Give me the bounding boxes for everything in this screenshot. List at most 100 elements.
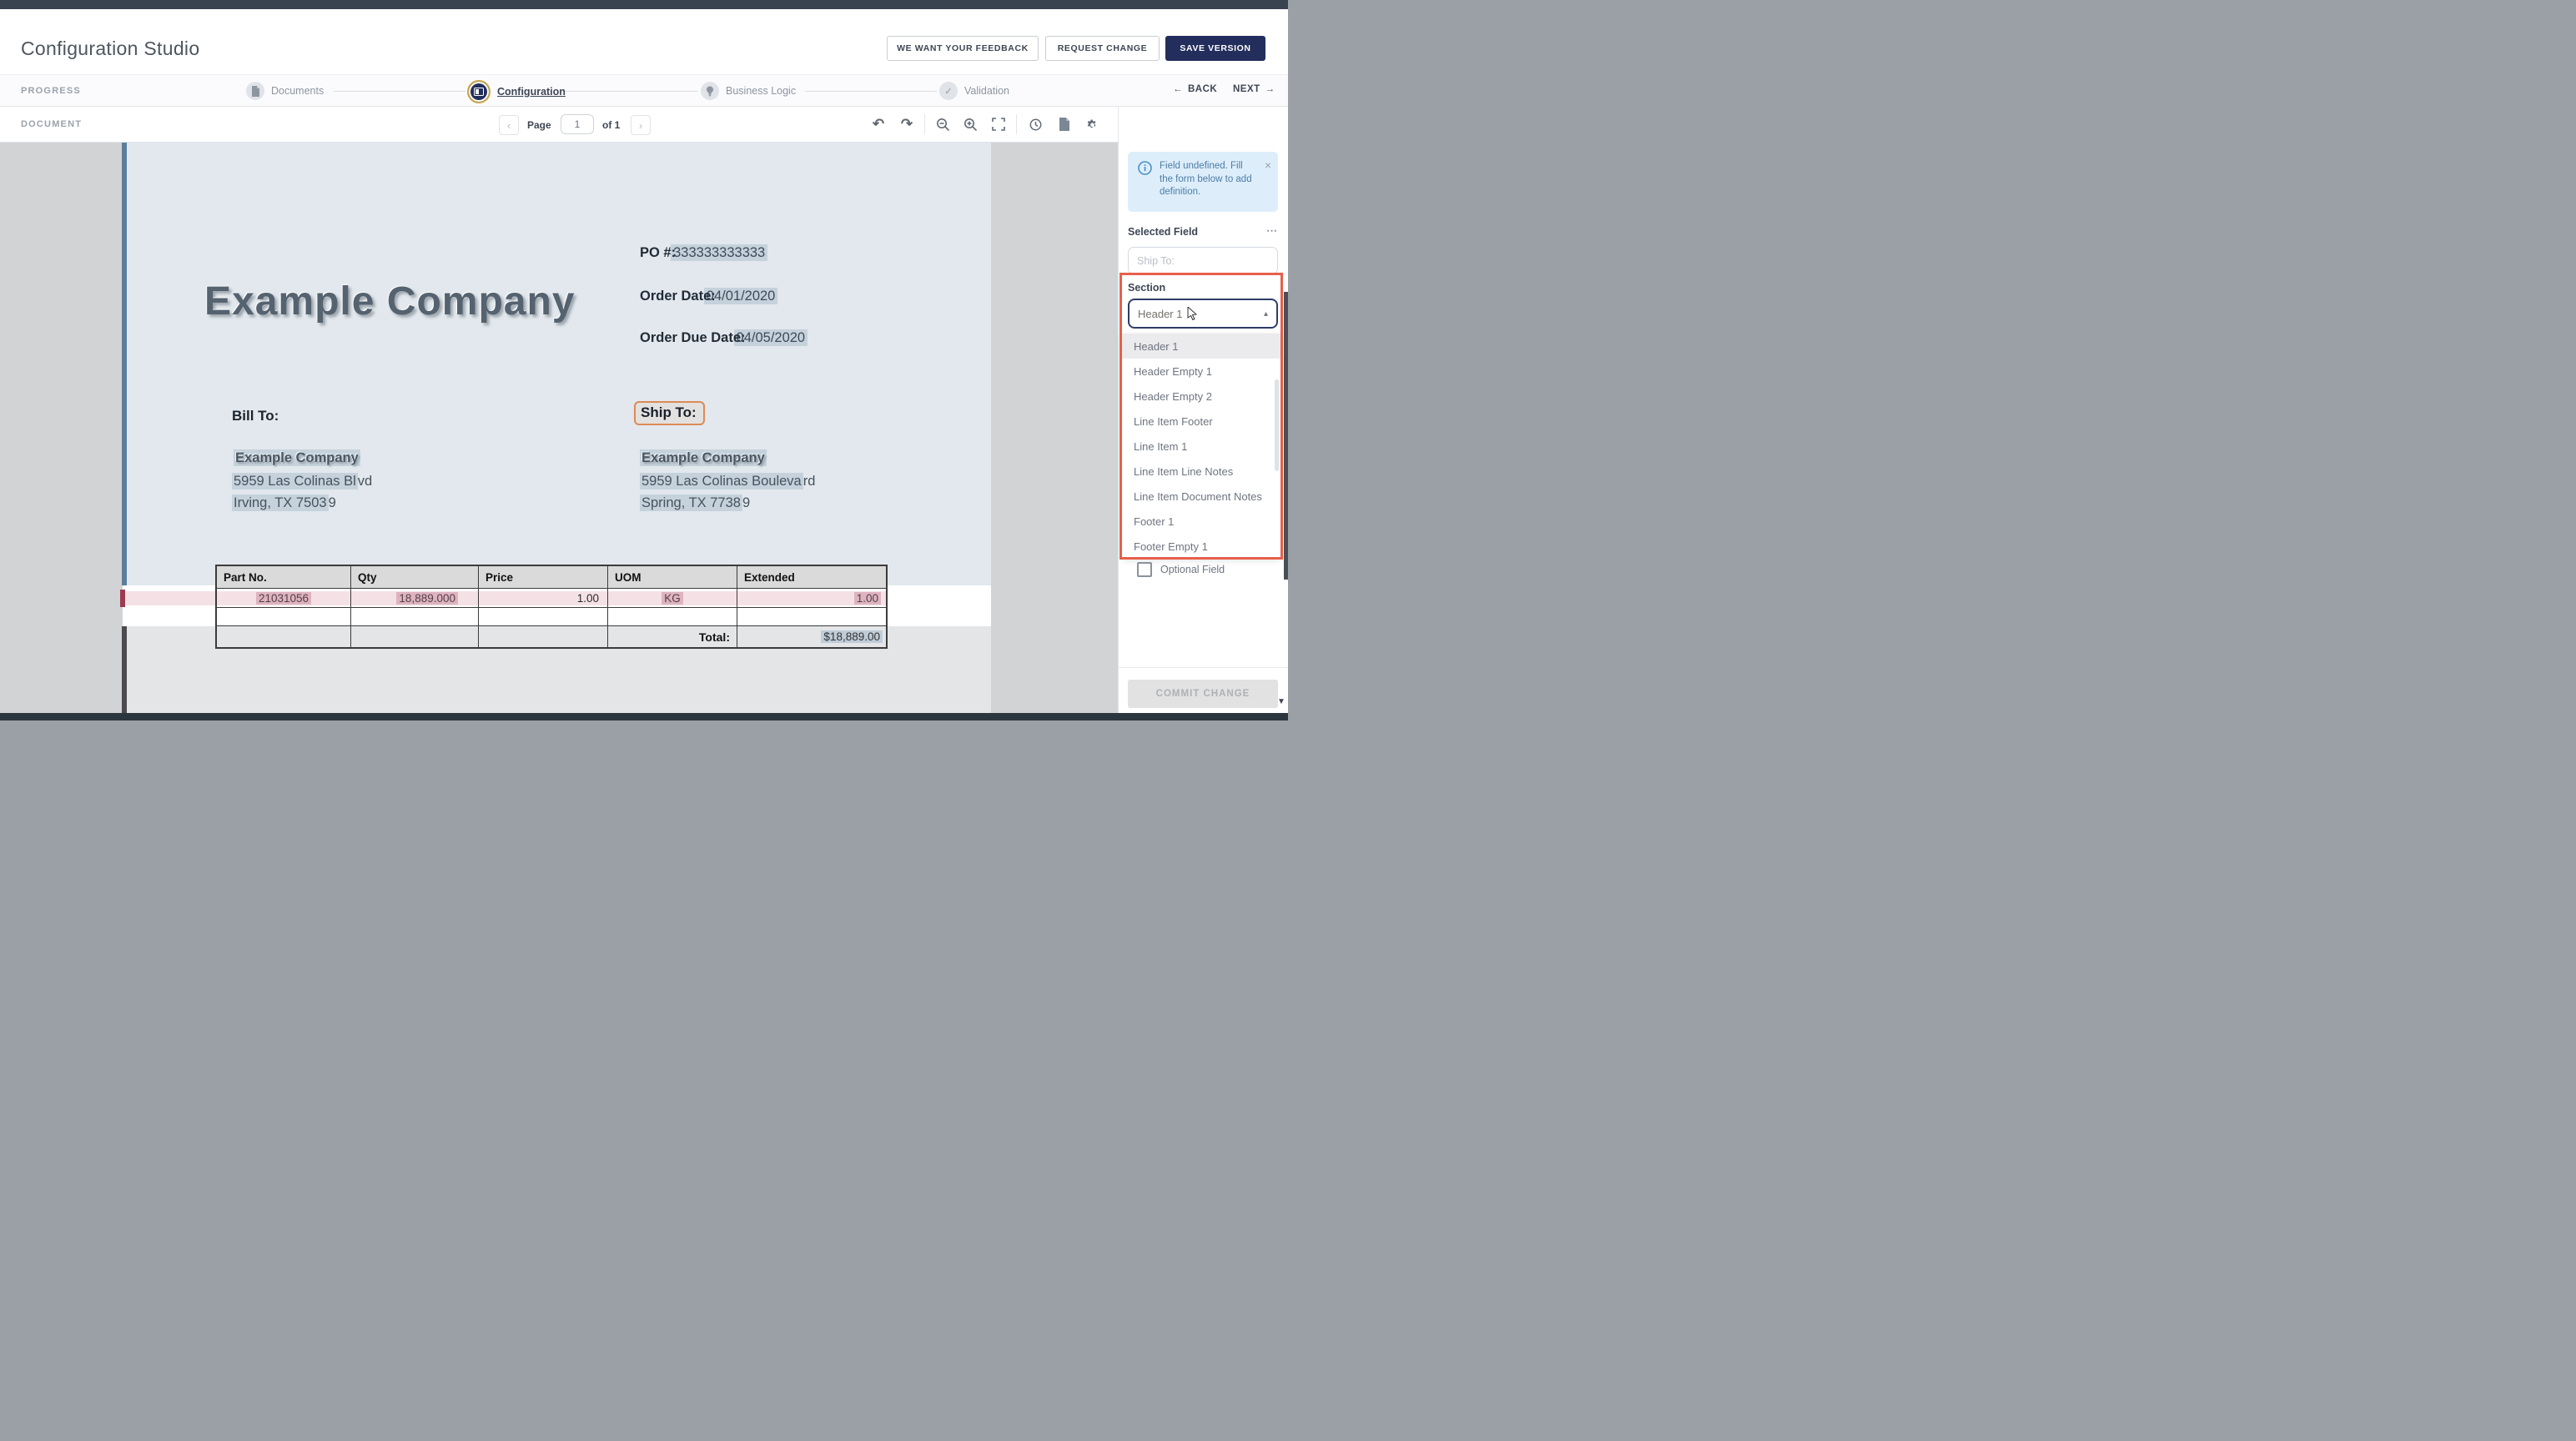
table-cell-empty [608, 608, 737, 626]
scroll-down-icon[interactable]: ▼ [1277, 697, 1285, 706]
panel-scrollbar-thumb[interactable] [1284, 292, 1288, 580]
order-due-date-label: Order Due Date: [640, 330, 746, 345]
table-header-cell: UOM [608, 566, 737, 589]
order-date-field[interactable]: Order Date:04/01/2020 [640, 289, 777, 304]
table-cell-empty [217, 626, 351, 647]
extended-value[interactable]: 1.00 [854, 592, 881, 605]
app-window: Configuration Studio WE WANT YOUR FEEDBA… [0, 0, 1288, 720]
feedback-button[interactable]: WE WANT YOUR FEEDBACK [887, 36, 1039, 61]
info-alert: Field undefined. Fill the form below to … [1128, 152, 1278, 212]
back-button[interactable]: ← BACK [1173, 84, 1217, 94]
progress-bar: PROGRESS Documents Configuration Busines… [0, 74, 1288, 107]
mouse-cursor-icon [1187, 307, 1198, 320]
bill-to-company[interactable]: Example Company [234, 446, 360, 469]
dropdown-scrollbar[interactable] [1275, 379, 1279, 471]
page-count-label: of 1 [602, 119, 620, 131]
part-no-value[interactable]: 21031056 [256, 592, 311, 605]
table-cell-qty: 18,889.000 [351, 589, 479, 608]
section-label: Section [1128, 282, 1165, 294]
configuration-icon [467, 80, 491, 103]
table-cell-empty [479, 608, 608, 626]
page-title: Configuration Studio [21, 38, 199, 60]
settings-gear-icon[interactable] [1081, 113, 1103, 135]
table-header-cell: Part No. [217, 566, 351, 589]
dropdown-option[interactable]: Line Item Document Notes [1122, 484, 1280, 509]
table-cell-extended: 1.00 [737, 589, 886, 608]
dropdown-option[interactable]: Line Item 1 [1122, 434, 1280, 459]
dropdown-option[interactable]: Line Item Line Notes [1122, 459, 1280, 484]
alert-text: Field undefined. Fill the form below to … [1160, 160, 1258, 199]
progress-step-documents[interactable]: Documents [246, 82, 324, 100]
next-page-button[interactable]: › [631, 115, 651, 135]
commit-change-button[interactable]: COMMIT CHANGE [1128, 680, 1278, 708]
next-button[interactable]: NEXT → [1233, 84, 1275, 94]
dropdown-option[interactable]: Header Empty 1 [1122, 359, 1280, 384]
table-header-cell: Extended [737, 566, 886, 589]
chevron-up-icon: ▴ [1264, 309, 1268, 319]
progress-step-configuration[interactable]: Configuration [467, 80, 566, 103]
dropdown-option[interactable]: Line Item Footer [1122, 409, 1280, 434]
page-number-input[interactable] [561, 114, 594, 134]
step-connector [805, 91, 937, 92]
progress-step-validation[interactable]: ✓ Validation [939, 82, 1009, 100]
next-label: NEXT [1233, 84, 1260, 94]
prev-page-button[interactable]: ‹ [499, 115, 519, 135]
business-logic-icon [701, 82, 719, 100]
line-item-section-edge-bar [120, 590, 125, 607]
step-label: Validation [964, 85, 1009, 97]
app-header: Configuration Studio WE WANT YOUR FEEDBA… [0, 9, 1288, 74]
dropdown-option[interactable]: Footer 1 [1122, 509, 1280, 534]
bill-to-address1[interactable]: 5959 Las Colinas Blvd [232, 469, 372, 493]
dropdown-option[interactable]: Header 1 [1122, 334, 1280, 359]
header-section-edge-bar [122, 143, 127, 585]
table-cell-partno: 21031056 [217, 589, 351, 608]
close-icon[interactable]: × [1265, 158, 1271, 172]
selected-field-input[interactable] [1128, 247, 1278, 274]
dropdown-option[interactable]: Footer Empty 1 [1122, 534, 1280, 559]
qty-value[interactable]: 18,889.000 [396, 592, 458, 605]
total-value[interactable]: $18,889.00 [821, 630, 883, 643]
order-due-date-field[interactable]: Order Due Date:04/05/2020 [640, 330, 808, 346]
redo-icon[interactable]: ↷ [896, 113, 918, 135]
zoom-out-icon[interactable] [932, 113, 953, 135]
po-value[interactable]: 333333333333 [671, 244, 767, 261]
po-number-field[interactable]: PO #:333333333333 [640, 245, 767, 261]
file-icon[interactable] [1053, 113, 1074, 135]
table-cell-empty [479, 626, 608, 647]
fullscreen-icon[interactable] [988, 113, 1009, 135]
step-connector [334, 91, 465, 92]
company-logo-text: Example Company [204, 279, 575, 324]
bill-to-label: Bill To: [232, 408, 279, 424]
document-toolbar: DOCUMENT ‹ Page of 1 › ↶ ↷ ‹ FIELD CONF [0, 107, 1288, 143]
request-change-button[interactable]: REQUEST CHANGE [1045, 36, 1160, 61]
ship-to-selected-field[interactable]: Ship To: [634, 401, 705, 425]
optional-field-checkbox[interactable] [1137, 562, 1152, 577]
ship-to-address1[interactable]: 5959 Las Colinas Boulevard [640, 469, 815, 493]
optional-field-label: Optional Field [1160, 564, 1225, 575]
progress-step-business-logic[interactable]: Business Logic [701, 82, 796, 100]
total-label: Total: [608, 626, 737, 647]
table-cell-uom: KG [608, 589, 737, 608]
dropdown-option[interactable]: Header Empty 2 [1122, 384, 1280, 409]
section-select[interactable]: Header 1 ▴ [1128, 299, 1278, 329]
ship-to-company[interactable]: Example Company [640, 446, 767, 469]
step-label: Configuration [497, 86, 566, 98]
order-date-label: Order Date: [640, 289, 716, 304]
selected-field-label: Selected Field [1128, 226, 1198, 238]
history-icon[interactable] [1024, 113, 1046, 135]
optional-field-row: Optional Field [1137, 562, 1225, 577]
toolbar-divider [1016, 114, 1017, 134]
save-version-button[interactable]: SAVE VERSION [1165, 36, 1265, 61]
uom-value[interactable]: KG [662, 592, 683, 605]
validation-icon: ✓ [939, 82, 958, 100]
footer-section-edge-bar [122, 626, 127, 713]
undo-icon[interactable]: ↶ [868, 113, 889, 135]
price-value[interactable]: 1.00 [577, 592, 599, 605]
ship-to-address2[interactable]: Spring, TX 77389 [640, 491, 750, 515]
bill-to-address2[interactable]: Irving, TX 75039 [232, 491, 336, 515]
back-arrow-icon: ← [1173, 84, 1183, 94]
more-menu-icon[interactable]: ⋯ [1266, 224, 1279, 238]
table-cell-empty [351, 608, 479, 626]
page-label: Page [527, 119, 551, 131]
zoom-in-icon[interactable] [959, 113, 981, 135]
